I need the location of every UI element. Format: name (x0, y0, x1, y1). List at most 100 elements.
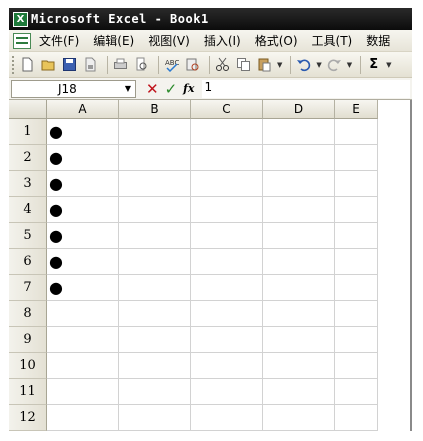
cell-e11[interactable] (335, 379, 378, 405)
row-header[interactable]: 11 (9, 379, 47, 405)
row-header[interactable]: 4 (9, 197, 47, 223)
workbook-icon[interactable] (13, 32, 31, 49)
paste-icon[interactable] (256, 56, 273, 73)
cell-b12[interactable] (119, 405, 191, 431)
column-header-c[interactable]: C (191, 100, 263, 119)
print-icon[interactable] (112, 56, 129, 73)
worksheet-grid[interactable]: A B C D E 1 ● 2 ● 3 ● 4 ● 5 ● 6 ● 7 ● 8 9 10 11 12 (9, 100, 412, 431)
cell-a1[interactable]: ● (47, 119, 119, 145)
undo-dropdown-arrow[interactable]: ▼ (316, 61, 321, 69)
cell-c11[interactable] (191, 379, 263, 405)
row-header[interactable]: 8 (9, 301, 47, 327)
permission-icon[interactable] (82, 56, 99, 73)
cell-e1[interactable] (335, 119, 378, 145)
cut-icon[interactable] (214, 56, 231, 73)
open-icon[interactable] (40, 56, 57, 73)
cell-b1[interactable] (119, 119, 191, 145)
cell-c7[interactable] (191, 275, 263, 301)
row-header[interactable]: 5 (9, 223, 47, 249)
cell-d7[interactable] (263, 275, 335, 301)
cell-d4[interactable] (263, 197, 335, 223)
menu-data[interactable]: 数据 (366, 32, 390, 49)
row-header[interactable]: 6 (9, 249, 47, 275)
paste-dropdown-arrow[interactable]: ▼ (277, 61, 282, 69)
cell-c12[interactable] (191, 405, 263, 431)
cell-d10[interactable] (263, 353, 335, 379)
cell-d6[interactable] (263, 249, 335, 275)
cell-d5[interactable] (263, 223, 335, 249)
spelling-icon[interactable]: ABC (163, 56, 180, 73)
copy-icon[interactable] (235, 56, 252, 73)
menu-file[interactable]: 文件(F) (39, 32, 79, 49)
cell-a6[interactable]: ● (47, 249, 119, 275)
menu-format[interactable]: 格式(O) (255, 32, 298, 49)
autosum-icon[interactable]: Σ (365, 56, 382, 73)
cell-c2[interactable] (191, 145, 263, 171)
cell-b6[interactable] (119, 249, 191, 275)
row-header[interactable]: 12 (9, 405, 47, 431)
cell-e2[interactable] (335, 145, 378, 171)
cell-e5[interactable] (335, 223, 378, 249)
cell-d2[interactable] (263, 145, 335, 171)
toolbar-grip[interactable] (12, 55, 15, 74)
name-box[interactable]: J18 ▼ (11, 79, 136, 98)
cell-e7[interactable] (335, 275, 378, 301)
cell-a9[interactable] (47, 327, 119, 353)
row-header[interactable]: 10 (9, 353, 47, 379)
cell-a3[interactable]: ● (47, 171, 119, 197)
cell-b3[interactable] (119, 171, 191, 197)
cell-c8[interactable] (191, 301, 263, 327)
menu-tools[interactable]: 工具(T) (312, 32, 353, 49)
cell-d12[interactable] (263, 405, 335, 431)
title-bar[interactable]: X Microsoft Excel - Book1 (9, 8, 412, 30)
cell-e8[interactable] (335, 301, 378, 327)
cell-e9[interactable] (335, 327, 378, 353)
menu-insert[interactable]: 插入(I) (204, 32, 241, 49)
row-header[interactable]: 7 (9, 275, 47, 301)
cell-d3[interactable] (263, 171, 335, 197)
cell-c6[interactable] (191, 249, 263, 275)
cell-b8[interactable] (119, 301, 191, 327)
redo-icon[interactable] (326, 56, 343, 73)
column-header-e[interactable]: E (335, 100, 378, 119)
select-all-corner[interactable] (9, 100, 47, 119)
save-icon[interactable] (61, 56, 78, 73)
menu-edit[interactable]: 编辑(E) (93, 32, 134, 49)
print-preview-icon[interactable] (133, 56, 150, 73)
cell-e4[interactable] (335, 197, 378, 223)
row-header[interactable]: 1 (9, 119, 47, 145)
cell-c3[interactable] (191, 171, 263, 197)
enter-icon[interactable]: ✓ (165, 80, 178, 98)
cell-a12[interactable] (47, 405, 119, 431)
cell-d9[interactable] (263, 327, 335, 353)
cell-c1[interactable] (191, 119, 263, 145)
cell-a11[interactable] (47, 379, 119, 405)
cell-d8[interactable] (263, 301, 335, 327)
column-header-b[interactable]: B (119, 100, 191, 119)
research-icon[interactable] (184, 56, 201, 73)
cell-e3[interactable] (335, 171, 378, 197)
cell-b9[interactable] (119, 327, 191, 353)
row-header[interactable]: 2 (9, 145, 47, 171)
autosum-dropdown-arrow[interactable]: ▼ (386, 61, 391, 69)
cancel-icon[interactable]: ✕ (146, 80, 159, 98)
cell-a5[interactable]: ● (47, 223, 119, 249)
cell-e12[interactable] (335, 405, 378, 431)
row-header[interactable]: 3 (9, 171, 47, 197)
row-header[interactable]: 9 (9, 327, 47, 353)
cell-b10[interactable] (119, 353, 191, 379)
cell-c9[interactable] (191, 327, 263, 353)
cell-a10[interactable] (47, 353, 119, 379)
redo-dropdown-arrow[interactable]: ▼ (347, 61, 352, 69)
formula-input[interactable]: 1 (202, 79, 410, 98)
cell-d1[interactable] (263, 119, 335, 145)
menu-view[interactable]: 视图(V) (148, 32, 190, 49)
column-header-d[interactable]: D (263, 100, 335, 119)
name-box-dropdown-icon[interactable]: ▼ (125, 84, 131, 93)
cell-b2[interactable] (119, 145, 191, 171)
cell-b11[interactable] (119, 379, 191, 405)
cell-d11[interactable] (263, 379, 335, 405)
column-header-a[interactable]: A (47, 100, 119, 119)
insert-function-icon[interactable]: fx (183, 82, 194, 95)
cell-b7[interactable] (119, 275, 191, 301)
